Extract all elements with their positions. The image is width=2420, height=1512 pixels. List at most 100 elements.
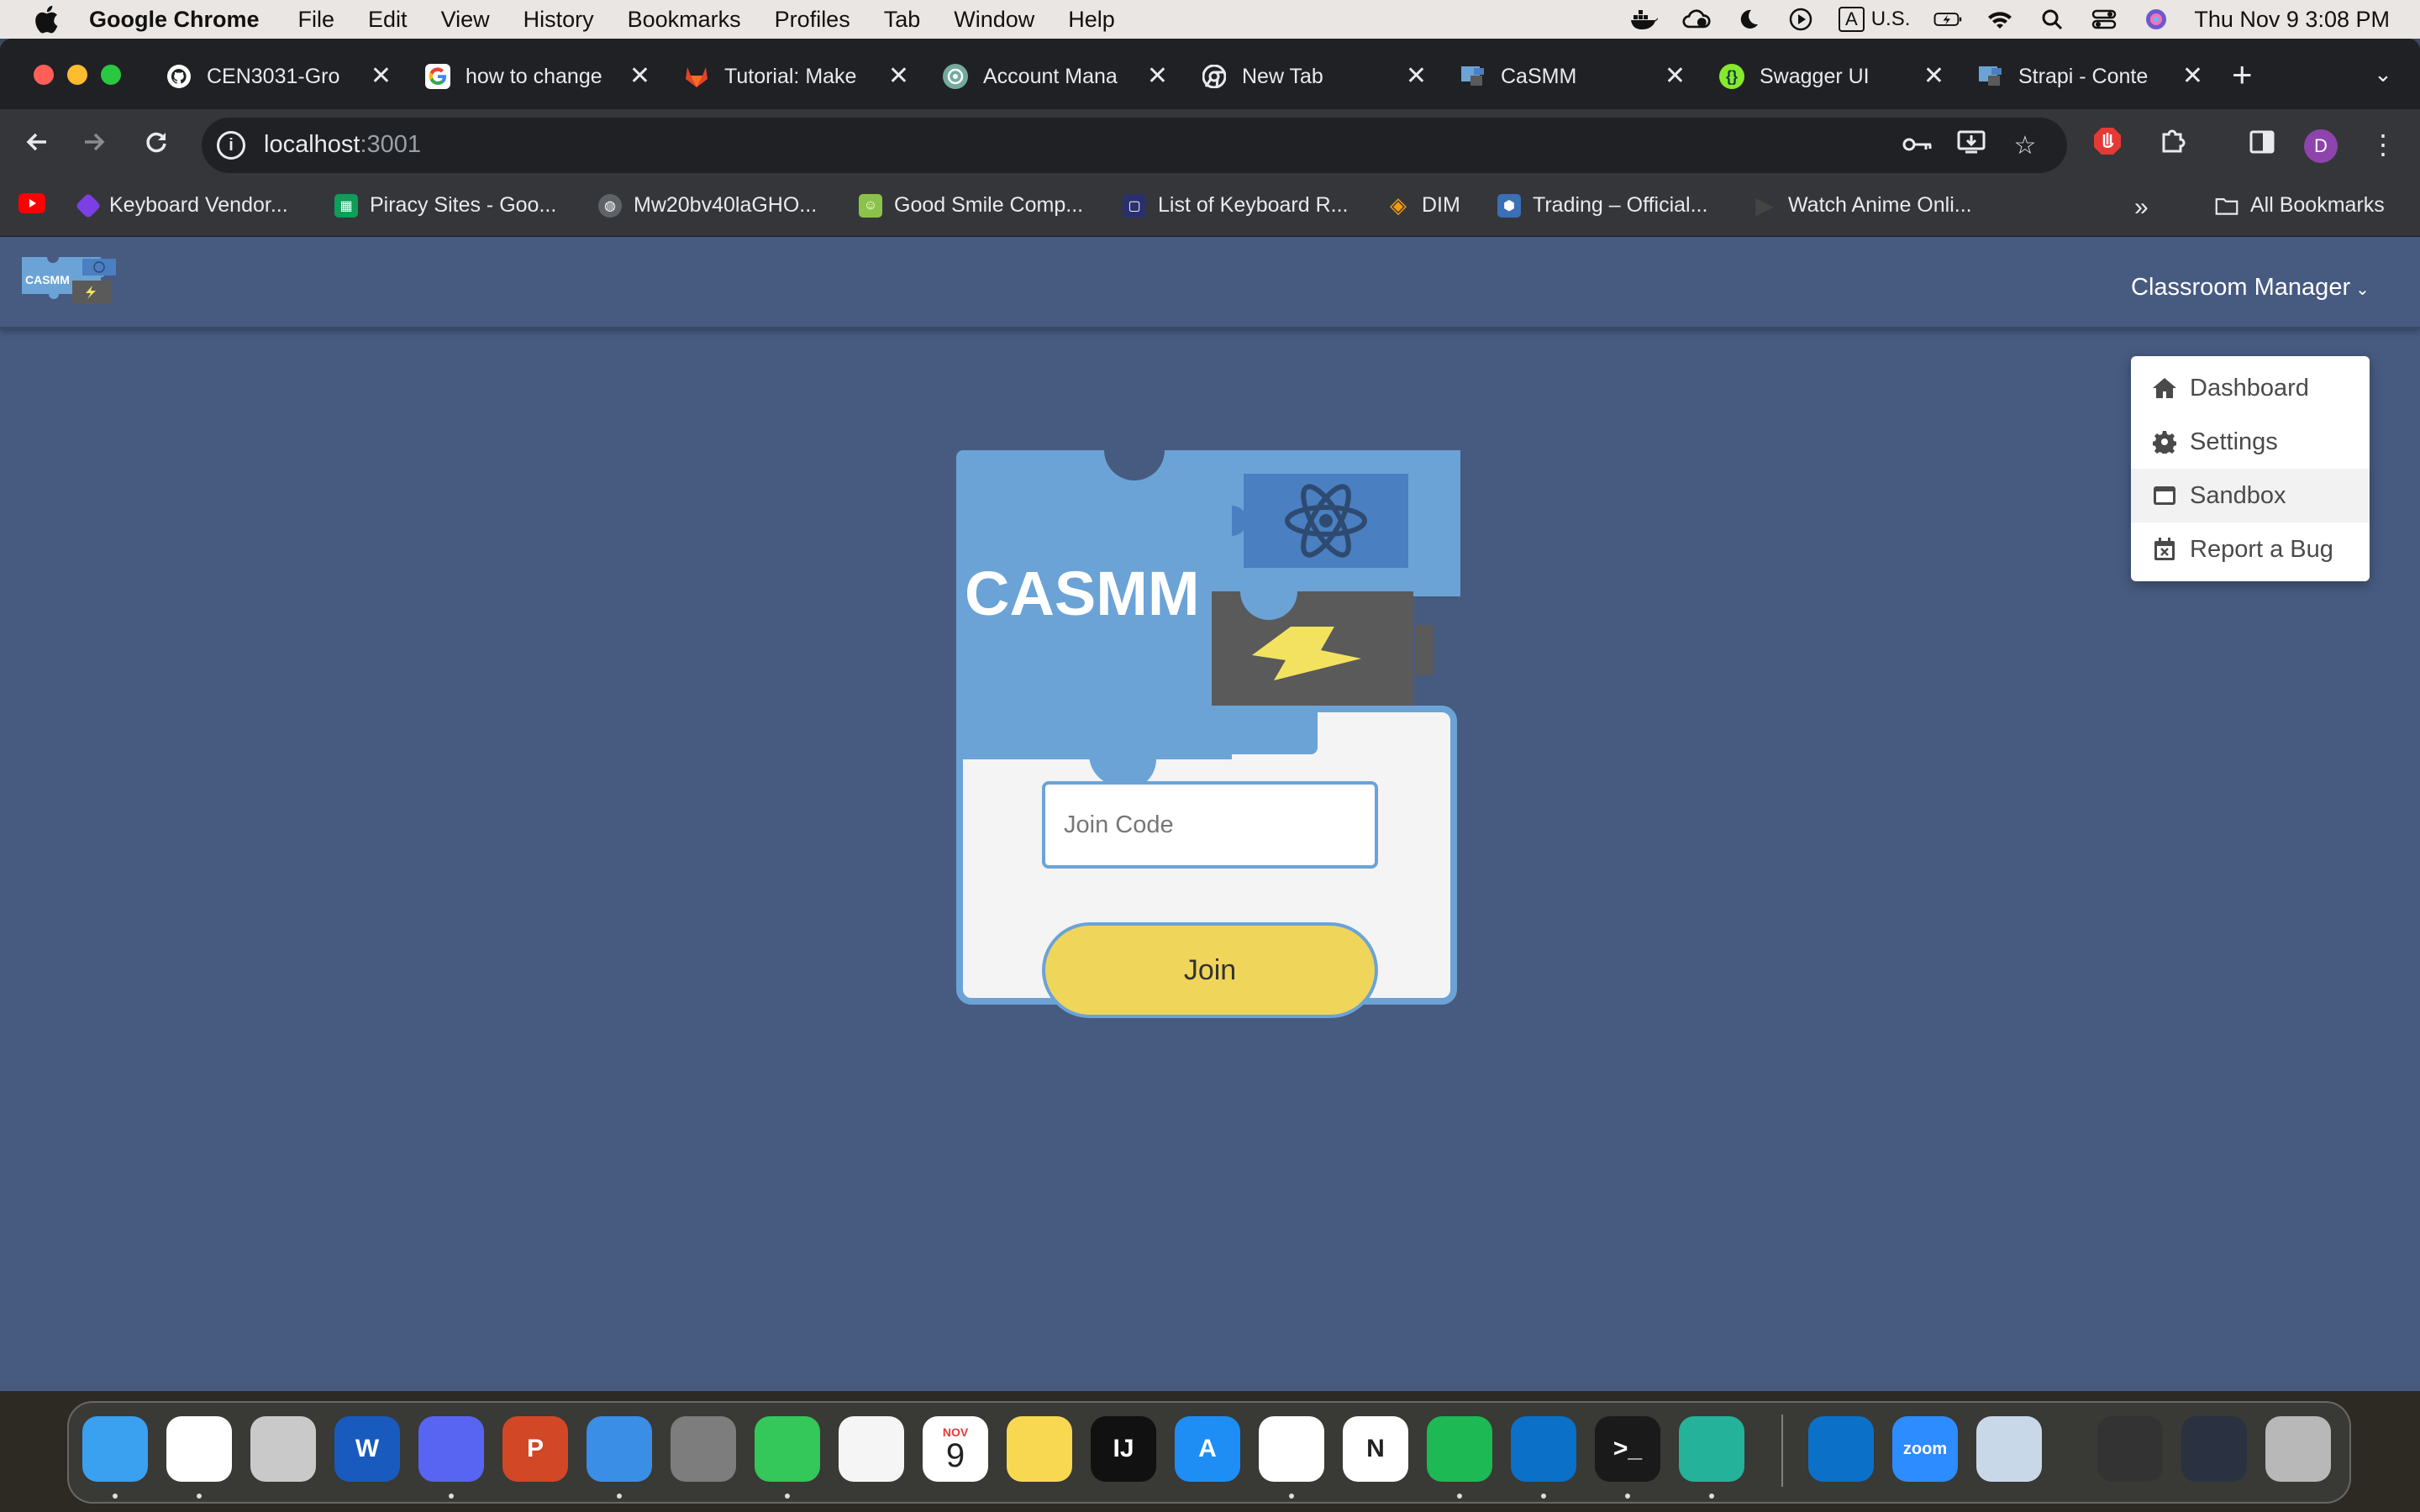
dock-discord-icon[interactable] <box>418 1416 484 1482</box>
menu-window[interactable]: Window <box>954 7 1034 33</box>
bookmark-item-4[interactable]: ▢ List of Keyboard R... <box>1123 193 1349 218</box>
new-tab-plus-icon[interactable]: + <box>2232 57 2253 92</box>
join-button[interactable]: Join <box>1042 922 1378 1018</box>
tab-1[interactable]: how to change ✕ <box>410 52 659 101</box>
classroom-manager-toggle[interactable]: Classroom Manager ⌄ <box>2131 274 2370 302</box>
dropdown-item-dashboard[interactable]: Dashboard <box>2131 361 2370 415</box>
zoom-window-button[interactable] <box>101 65 121 85</box>
reload-icon[interactable] <box>138 126 175 163</box>
tab-2[interactable]: Tutorial: Make ✕ <box>669 52 918 101</box>
menubar-clock[interactable]: Thu Nov 9 3:08 PM <box>2194 7 2390 33</box>
dropdown-item-sandbox[interactable]: Sandbox <box>2131 469 2370 522</box>
key-icon[interactable] <box>1901 129 1934 163</box>
back-arrow-icon[interactable] <box>18 126 55 163</box>
side-panel-icon[interactable] <box>2244 126 2281 163</box>
forward-arrow-icon[interactable] <box>76 126 113 163</box>
all-bookmarks-folder[interactable]: All Bookmarks <box>2215 193 2385 218</box>
address-url[interactable]: localhost:3001 <box>264 131 421 159</box>
docker-icon[interactable] <box>1630 7 1659 32</box>
close-icon[interactable]: ✕ <box>629 64 650 89</box>
dropdown-item-report-bug[interactable]: Report a Bug <box>2131 522 2370 576</box>
dock-word-icon[interactable]: W <box>334 1416 400 1482</box>
dock-system-settings-icon[interactable] <box>671 1416 736 1482</box>
dock-chrome-icon[interactable] <box>166 1416 232 1482</box>
siri-icon[interactable] <box>2142 7 2170 32</box>
close-window-button[interactable] <box>34 65 54 85</box>
tab-4[interactable]: New Tab ✕ <box>1186 52 1435 101</box>
control-center-icon[interactable] <box>2090 7 2118 32</box>
close-icon[interactable]: ✕ <box>1147 64 1168 89</box>
dock-calendar-icon[interactable]: NOV 9 <box>923 1416 988 1482</box>
bookmark-item-0[interactable]: Keyboard Vendor... <box>75 192 288 219</box>
tab-5-active[interactable]: CaSMM ✕ <box>1445 52 1694 101</box>
dock-preview-icon[interactable] <box>1976 1416 2042 1482</box>
bookmarks-overflow-chevron[interactable]: » <box>2134 193 2149 222</box>
dock-terminal-icon[interactable]: >_ <box>1595 1416 1660 1482</box>
dock-notes-icon[interactable] <box>1007 1416 1072 1482</box>
tab-3[interactable]: Account Mana ✕ <box>928 52 1176 101</box>
youtube-icon[interactable] <box>18 193 45 213</box>
menu-bookmarks[interactable]: Bookmarks <box>628 7 741 33</box>
menu-view[interactable]: View <box>441 7 490 33</box>
dock-vscode-icon[interactable] <box>1511 1416 1576 1482</box>
tab-search-chevron-icon[interactable]: ⌄ <box>2365 55 2402 92</box>
close-icon[interactable]: ✕ <box>1665 64 1686 89</box>
extensions-puzzle-icon[interactable] <box>2154 126 2191 163</box>
close-icon[interactable]: ✕ <box>1923 64 1944 89</box>
play-circle-icon[interactable] <box>1786 7 1815 32</box>
dock-doc-stack-icon[interactable] <box>2097 1416 2163 1482</box>
dock-intellij-icon[interactable]: IJ <box>1091 1416 1156 1482</box>
bookmark-item-3[interactable]: ☺ Good Smile Comp... <box>859 193 1083 218</box>
bookmark-item-7[interactable]: ▶ Watch Anime Onli... <box>1753 192 1971 218</box>
dock-photos-icon[interactable] <box>839 1416 904 1482</box>
menu-history[interactable]: History <box>523 7 594 33</box>
battery-charging-icon[interactable] <box>1933 7 1962 32</box>
dock-trash-icon[interactable] <box>2265 1416 2331 1482</box>
tab-7[interactable]: Strapi - Conte ✕ <box>1963 52 2212 101</box>
bookmark-item-6[interactable]: ⬢ Trading – Official... <box>1497 193 1707 218</box>
dock-screenshot-stack-icon[interactable] <box>2181 1416 2247 1482</box>
dock-launchpad-icon[interactable] <box>250 1416 316 1482</box>
minimize-window-button[interactable] <box>67 65 87 85</box>
menu-help[interactable]: Help <box>1068 7 1115 33</box>
wifi-icon[interactable] <box>1986 7 2014 32</box>
cloud-sync-icon[interactable] <box>1682 7 1711 32</box>
input-source-indicator[interactable]: A U.S. <box>1839 7 1910 32</box>
menu-profiles[interactable]: Profiles <box>775 7 850 33</box>
dock-powerpoint-icon[interactable]: P <box>502 1416 568 1482</box>
tab-0[interactable]: CEN3031-Gro ✕ <box>151 52 400 101</box>
dock-notion-icon[interactable]: N <box>1343 1416 1408 1482</box>
spotlight-search-icon[interactable] <box>2038 7 2066 32</box>
site-info-icon[interactable]: i <box>217 131 245 160</box>
close-icon[interactable]: ✕ <box>1406 64 1427 89</box>
bookmark-item-2[interactable]: ◍ Mw20bv40laGHO... <box>598 193 817 218</box>
menu-edit[interactable]: Edit <box>368 7 408 33</box>
address-bar[interactable]: i localhost:3001 ☆ <box>202 118 2067 173</box>
menu-file[interactable]: File <box>298 7 335 33</box>
profile-avatar[interactable]: D <box>2304 129 2338 163</box>
dock-zoom-icon[interactable]: zoom <box>1892 1416 1958 1482</box>
bookmark-item-5[interactable]: ◈ DIM <box>1386 192 1460 218</box>
bookmark-item-1[interactable]: ▦ Piracy Sites - Goo... <box>334 193 556 218</box>
dock-slack-icon[interactable] <box>1259 1416 1324 1482</box>
dock-mail-icon[interactable] <box>587 1416 652 1482</box>
adblock-extension-icon[interactable] <box>2089 126 2126 163</box>
more-vertical-icon[interactable]: ⋮ <box>2365 126 2402 163</box>
menu-app-name[interactable]: Google Chrome <box>89 7 260 33</box>
casmm-nav-logo[interactable]: CASMM <box>18 250 131 318</box>
apple-logo-icon[interactable] <box>34 5 59 34</box>
dropdown-item-settings[interactable]: Settings <box>2131 415 2370 469</box>
bookmark-star-icon[interactable]: ☆ <box>2008 129 2042 163</box>
dock-vscode-2-icon[interactable] <box>1808 1416 1874 1482</box>
close-icon[interactable]: ✕ <box>888 64 909 89</box>
dock-spotify-icon[interactable] <box>1427 1416 1492 1482</box>
install-app-icon[interactable] <box>1954 129 1988 163</box>
menu-tab[interactable]: Tab <box>884 7 921 33</box>
dock-messages-icon[interactable] <box>755 1416 820 1482</box>
close-icon[interactable]: ✕ <box>2182 64 2203 89</box>
close-icon[interactable]: ✕ <box>371 64 392 89</box>
moon-icon[interactable] <box>1734 7 1763 32</box>
join-code-input[interactable] <box>1042 781 1378 869</box>
dock-vscode-insiders-icon[interactable] <box>1679 1416 1744 1482</box>
dock-finder-icon[interactable] <box>82 1416 148 1482</box>
